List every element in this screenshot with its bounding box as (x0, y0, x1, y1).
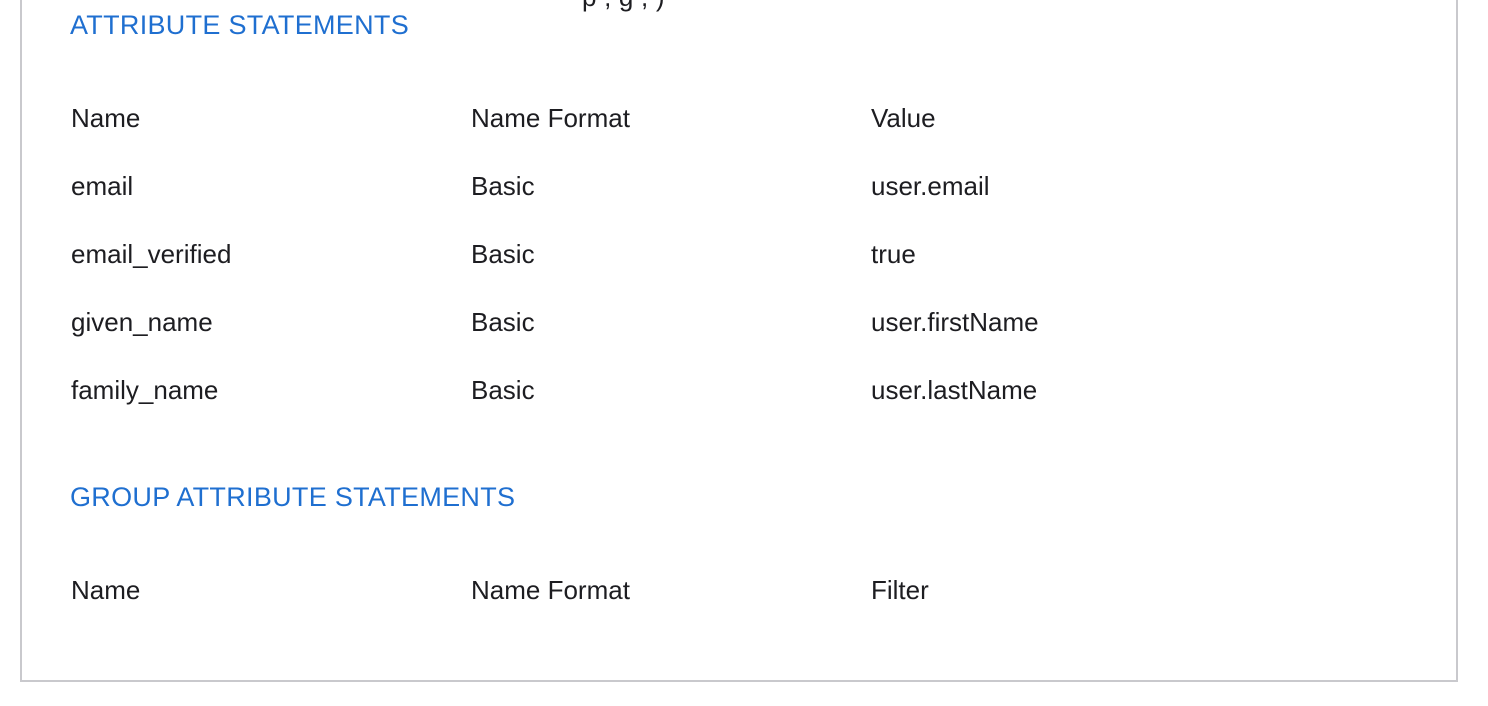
column-header-name-format: Name Format (471, 575, 630, 605)
attribute-statements-panel: p , g , ) ATTRIBUTE STATEMENTS Name Name… (20, 0, 1458, 682)
attribute-format: Basic (471, 239, 535, 269)
attribute-name: email (71, 171, 134, 201)
attribute-name: email_verified (71, 239, 232, 269)
column-header-name: Name (71, 575, 141, 605)
attribute-name: family_name (71, 375, 219, 405)
column-header-filter: Filter (871, 575, 929, 605)
table-row: email Basic user.email (70, 166, 1370, 206)
attribute-format: Basic (471, 375, 535, 405)
column-header-name-format: Name Format (471, 103, 630, 133)
attribute-value: user.email (871, 171, 990, 201)
table-row: given_name Basic user.firstName (70, 302, 1370, 342)
attribute-value: user.lastName (871, 375, 1038, 405)
column-header-value: Value (871, 103, 936, 133)
group-attribute-statements-title: GROUP ATTRIBUTE STATEMENTS (70, 482, 516, 512)
attribute-value: user.firstName (871, 307, 1039, 337)
attribute-format: Basic (471, 307, 535, 337)
attribute-name: given_name (71, 307, 213, 337)
group-attribute-statements-header-row: Name Name Format Filter (70, 570, 1370, 610)
attribute-format: Basic (471, 171, 535, 201)
attribute-statements-header-row: Name Name Format Value (70, 98, 1370, 138)
attribute-value: true (871, 239, 916, 269)
column-header-name: Name (71, 103, 141, 133)
clipped-header-text: p , g , ) (582, 0, 665, 13)
table-row: family_name Basic user.lastName (70, 370, 1370, 410)
table-row: email_verified Basic true (70, 234, 1370, 274)
attribute-statements-title: ATTRIBUTE STATEMENTS (70, 10, 410, 40)
